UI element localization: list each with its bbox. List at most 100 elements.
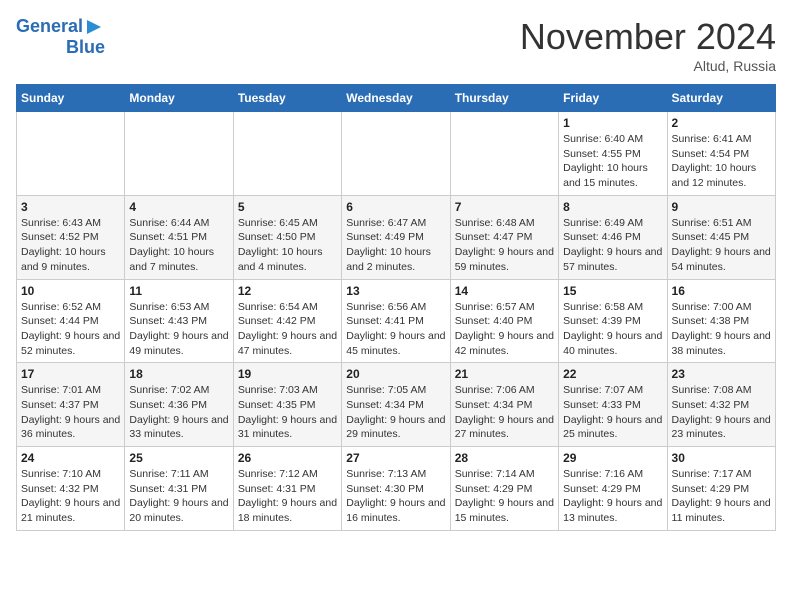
day-info: Sunrise: 6:58 AM Sunset: 4:39 PM Dayligh… bbox=[563, 300, 662, 359]
day-info: Sunrise: 6:48 AM Sunset: 4:47 PM Dayligh… bbox=[455, 216, 554, 275]
day-info: Sunrise: 6:40 AM Sunset: 4:55 PM Dayligh… bbox=[563, 132, 662, 191]
day-cell: 10 Sunrise: 6:52 AM Sunset: 4:44 PM Dayli… bbox=[17, 279, 125, 363]
logo: General Blue bbox=[16, 16, 105, 58]
day-number: 4 bbox=[129, 200, 228, 214]
day-cell: 8 Sunrise: 6:49 AM Sunset: 4:46 PM Daylig… bbox=[559, 195, 667, 279]
day-number: 5 bbox=[238, 200, 337, 214]
weekday-tuesday: Tuesday bbox=[233, 85, 341, 112]
day-number: 10 bbox=[21, 284, 120, 298]
day-number: 2 bbox=[672, 116, 771, 130]
day-number: 11 bbox=[129, 284, 228, 298]
day-info: Sunrise: 7:17 AM Sunset: 4:29 PM Dayligh… bbox=[672, 467, 771, 526]
page-header: General Blue November 2024 Altud, Russia bbox=[16, 16, 776, 74]
day-number: 7 bbox=[455, 200, 554, 214]
day-info: Sunrise: 7:11 AM Sunset: 4:31 PM Dayligh… bbox=[129, 467, 228, 526]
day-cell bbox=[233, 112, 341, 196]
day-cell: 14 Sunrise: 6:57 AM Sunset: 4:40 PM Dayli… bbox=[450, 279, 558, 363]
title-section: November 2024 Altud, Russia bbox=[520, 16, 776, 74]
day-info: Sunrise: 6:56 AM Sunset: 4:41 PM Dayligh… bbox=[346, 300, 445, 359]
day-number: 14 bbox=[455, 284, 554, 298]
day-info: Sunrise: 6:51 AM Sunset: 4:45 PM Dayligh… bbox=[672, 216, 771, 275]
day-cell: 6 Sunrise: 6:47 AM Sunset: 4:49 PM Daylig… bbox=[342, 195, 450, 279]
day-cell: 7 Sunrise: 6:48 AM Sunset: 4:47 PM Daylig… bbox=[450, 195, 558, 279]
weekday-sunday: Sunday bbox=[17, 85, 125, 112]
day-number: 13 bbox=[346, 284, 445, 298]
day-number: 30 bbox=[672, 451, 771, 465]
day-cell: 18 Sunrise: 7:02 AM Sunset: 4:36 PM Dayli… bbox=[125, 363, 233, 447]
day-info: Sunrise: 7:10 AM Sunset: 4:32 PM Dayligh… bbox=[21, 467, 120, 526]
day-info: Sunrise: 6:57 AM Sunset: 4:40 PM Dayligh… bbox=[455, 300, 554, 359]
location: Altud, Russia bbox=[520, 58, 776, 74]
day-number: 17 bbox=[21, 367, 120, 381]
day-info: Sunrise: 7:16 AM Sunset: 4:29 PM Dayligh… bbox=[563, 467, 662, 526]
day-cell: 16 Sunrise: 7:00 AM Sunset: 4:38 PM Dayli… bbox=[667, 279, 775, 363]
day-info: Sunrise: 7:00 AM Sunset: 4:38 PM Dayligh… bbox=[672, 300, 771, 359]
day-number: 24 bbox=[21, 451, 120, 465]
day-cell: 22 Sunrise: 7:07 AM Sunset: 4:33 PM Dayli… bbox=[559, 363, 667, 447]
day-number: 6 bbox=[346, 200, 445, 214]
week-row-2: 3Sunrise: 6:43 AM Sunset: 4:52 PM Daylig… bbox=[17, 195, 776, 279]
day-info: Sunrise: 6:49 AM Sunset: 4:46 PM Dayligh… bbox=[563, 216, 662, 275]
day-info: Sunrise: 7:01 AM Sunset: 4:37 PM Dayligh… bbox=[21, 383, 120, 442]
day-cell: 13 Sunrise: 6:56 AM Sunset: 4:41 PM Dayli… bbox=[342, 279, 450, 363]
day-info: Sunrise: 7:08 AM Sunset: 4:32 PM Dayligh… bbox=[672, 383, 771, 442]
day-number: 9 bbox=[672, 200, 771, 214]
day-cell: 25Sunrise: 7:11 AM Sunset: 4:31 PM Dayli… bbox=[125, 447, 233, 531]
month-title: November 2024 bbox=[520, 16, 776, 58]
day-cell bbox=[450, 112, 558, 196]
day-info: Sunrise: 6:54 AM Sunset: 4:42 PM Dayligh… bbox=[238, 300, 337, 359]
day-number: 18 bbox=[129, 367, 228, 381]
day-number: 28 bbox=[455, 451, 554, 465]
day-number: 16 bbox=[672, 284, 771, 298]
weekday-monday: Monday bbox=[125, 85, 233, 112]
day-info: Sunrise: 7:03 AM Sunset: 4:35 PM Dayligh… bbox=[238, 383, 337, 442]
day-info: Sunrise: 6:44 AM Sunset: 4:51 PM Dayligh… bbox=[129, 216, 228, 275]
weekday-header-row: SundayMondayTuesdayWednesdayThursdayFrid… bbox=[17, 85, 776, 112]
day-number: 15 bbox=[563, 284, 662, 298]
week-row-4: 17 Sunrise: 7:01 AM Sunset: 4:37 PM Dayli… bbox=[17, 363, 776, 447]
weekday-wednesday: Wednesday bbox=[342, 85, 450, 112]
weekday-thursday: Thursday bbox=[450, 85, 558, 112]
weekday-friday: Friday bbox=[559, 85, 667, 112]
day-info: Sunrise: 6:45 AM Sunset: 4:50 PM Dayligh… bbox=[238, 216, 337, 275]
day-cell: 24 Sunrise: 7:10 AM Sunset: 4:32 PM Dayli… bbox=[17, 447, 125, 531]
day-info: Sunrise: 7:02 AM Sunset: 4:36 PM Dayligh… bbox=[129, 383, 228, 442]
day-number: 12 bbox=[238, 284, 337, 298]
day-info: Sunrise: 6:47 AM Sunset: 4:49 PM Dayligh… bbox=[346, 216, 445, 275]
day-number: 23 bbox=[672, 367, 771, 381]
week-row-3: 10 Sunrise: 6:52 AM Sunset: 4:44 PM Dayli… bbox=[17, 279, 776, 363]
day-number: 19 bbox=[238, 367, 337, 381]
logo-text: General bbox=[16, 17, 83, 37]
weekday-saturday: Saturday bbox=[667, 85, 775, 112]
day-cell: 4 Sunrise: 6:44 AM Sunset: 4:51 PM Daylig… bbox=[125, 195, 233, 279]
day-cell bbox=[17, 112, 125, 196]
day-number: 1 bbox=[563, 116, 662, 130]
day-number: 29 bbox=[563, 451, 662, 465]
logo-blue: Blue bbox=[66, 38, 105, 58]
day-cell: 28Sunrise: 7:14 AM Sunset: 4:29 PM Dayli… bbox=[450, 447, 558, 531]
day-cell bbox=[125, 112, 233, 196]
day-cell: 1 Sunrise: 6:40 AM Sunset: 4:55 PM Daylig… bbox=[559, 112, 667, 196]
day-info: Sunrise: 7:05 AM Sunset: 4:34 PM Dayligh… bbox=[346, 383, 445, 442]
day-cell: 5 Sunrise: 6:45 AM Sunset: 4:50 PM Daylig… bbox=[233, 195, 341, 279]
day-cell: 15 Sunrise: 6:58 AM Sunset: 4:39 PM Dayli… bbox=[559, 279, 667, 363]
day-cell: 3Sunrise: 6:43 AM Sunset: 4:52 PM Daylig… bbox=[17, 195, 125, 279]
day-cell: 30 Sunrise: 7:17 AM Sunset: 4:29 PM Dayli… bbox=[667, 447, 775, 531]
day-cell: 19 Sunrise: 7:03 AM Sunset: 4:35 PM Dayli… bbox=[233, 363, 341, 447]
calendar-table: SundayMondayTuesdayWednesdayThursdayFrid… bbox=[16, 84, 776, 531]
day-cell: 26Sunrise: 7:12 AM Sunset: 4:31 PM Dayli… bbox=[233, 447, 341, 531]
day-info: Sunrise: 7:07 AM Sunset: 4:33 PM Dayligh… bbox=[563, 383, 662, 442]
day-info: Sunrise: 6:41 AM Sunset: 4:54 PM Dayligh… bbox=[672, 132, 771, 191]
day-cell: 23 Sunrise: 7:08 AM Sunset: 4:32 PM Dayli… bbox=[667, 363, 775, 447]
day-cell: 17 Sunrise: 7:01 AM Sunset: 4:37 PM Dayli… bbox=[17, 363, 125, 447]
logo-arrow-icon bbox=[83, 16, 105, 38]
day-number: 27 bbox=[346, 451, 445, 465]
day-cell: 9 Sunrise: 6:51 AM Sunset: 4:45 PM Daylig… bbox=[667, 195, 775, 279]
day-cell: 2 Sunrise: 6:41 AM Sunset: 4:54 PM Daylig… bbox=[667, 112, 775, 196]
day-number: 22 bbox=[563, 367, 662, 381]
day-number: 8 bbox=[563, 200, 662, 214]
day-cell bbox=[342, 112, 450, 196]
day-info: Sunrise: 6:53 AM Sunset: 4:43 PM Dayligh… bbox=[129, 300, 228, 359]
day-info: Sunrise: 6:52 AM Sunset: 4:44 PM Dayligh… bbox=[21, 300, 120, 359]
day-cell: 29 Sunrise: 7:16 AM Sunset: 4:29 PM Dayli… bbox=[559, 447, 667, 531]
